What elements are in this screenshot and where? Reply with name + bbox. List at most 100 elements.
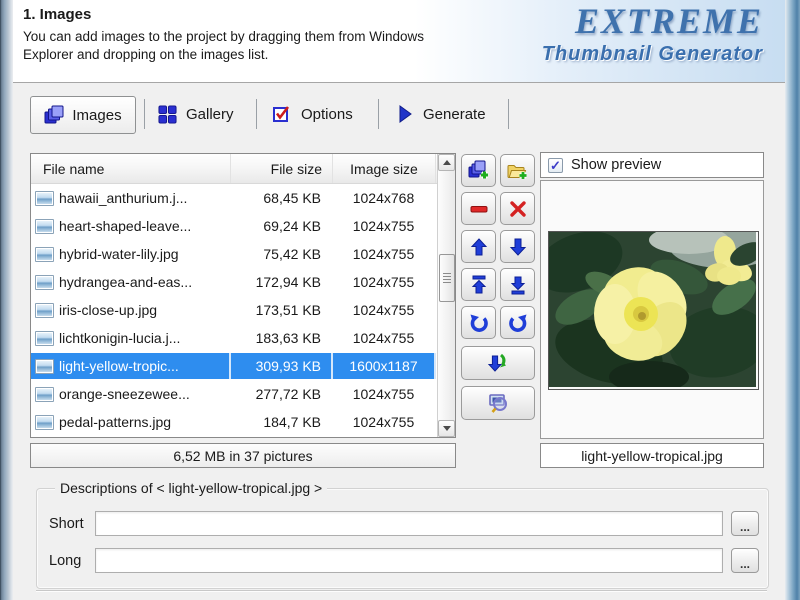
tab-gallery-label: Gallery — [186, 105, 234, 123]
app-window: 1. Images You can add images to the proj… — [0, 0, 800, 600]
short-label: Short — [49, 516, 84, 532]
remove-icon — [469, 199, 489, 219]
scroll-up-button[interactable] — [438, 154, 455, 171]
file-name: orange-sneezewee... — [59, 386, 190, 402]
add-images-icon — [468, 160, 489, 181]
delete-x-icon — [508, 199, 528, 219]
scrollbar-thumb[interactable] — [439, 254, 455, 302]
column-header-file-name[interactable]: File name — [31, 154, 231, 183]
up-arrow-icon — [469, 237, 489, 257]
file-name: iris-close-up.jpg — [59, 302, 158, 318]
column-header-image-size[interactable]: Image size — [333, 154, 436, 183]
move-down-button[interactable] — [500, 230, 535, 263]
window-border-left — [0, 0, 13, 600]
file-size: 277,72 KB — [255, 386, 321, 402]
status-bar: 6,52 MB in 37 pictures — [30, 443, 456, 468]
wizard-header: 1. Images You can add images to the proj… — [13, 0, 785, 83]
to-top-arrow-icon — [469, 275, 489, 295]
preview-panel — [535, 180, 779, 439]
file-name: lichtkonigin-lucia.j... — [59, 330, 181, 346]
tab-separator — [508, 99, 509, 129]
file-size: 183,63 KB — [255, 330, 321, 346]
table-row[interactable]: heart-shaped-leave... 69,24 KB 1024x755 — [31, 212, 455, 240]
image-size: 1024x755 — [352, 246, 415, 262]
file-name: hydrangea-and-eas... — [59, 274, 193, 290]
tab-generate[interactable]: Generate — [396, 98, 486, 130]
move-up-button[interactable] — [461, 230, 496, 263]
move-to-bottom-button[interactable] — [500, 268, 535, 301]
preview-image-button[interactable] — [461, 386, 535, 420]
to-bottom-arrow-icon — [508, 275, 528, 295]
tab-generate-label: Generate — [423, 105, 486, 123]
logo-title: EXTREME — [574, 1, 763, 41]
tab-options[interactable]: Options — [272, 98, 353, 130]
descriptions-legend: Descriptions of < light-yellow-tropical.… — [55, 480, 328, 496]
tab-separator — [256, 99, 257, 129]
image-thumbnail-icon — [35, 190, 54, 206]
preview-magnifier-icon — [486, 392, 510, 414]
logo-subtitle: Thumbnail Generator — [541, 43, 763, 65]
long-label: Long — [49, 553, 82, 569]
tab-gallery[interactable]: Gallery — [158, 98, 234, 130]
window-border-right — [785, 0, 800, 600]
table-row[interactable]: hawaii_anthurium.j... 68,45 KB 1024x768 — [31, 184, 455, 212]
rotate-left-button[interactable] — [461, 306, 496, 339]
scroll-down-button[interactable] — [438, 420, 455, 437]
table-row-selected[interactable]: light-yellow-tropic... 309,93 KB 1600x11… — [31, 352, 455, 380]
move-all-down-button[interactable] — [461, 346, 535, 380]
add-folder-button[interactable] — [500, 154, 535, 187]
image-size: 1024x755 — [352, 302, 415, 318]
generate-icon — [396, 104, 414, 124]
tab-options-label: Options — [301, 105, 353, 123]
short-browse-button[interactable]: ... — [731, 511, 759, 536]
image-thumbnail-icon — [35, 218, 54, 234]
file-name: pedal-patterns.jpg — [59, 414, 172, 430]
image-thumbnail-icon — [35, 330, 54, 346]
long-browse-button[interactable]: ... — [731, 548, 759, 573]
file-name: hawaii_anthurium.j... — [59, 190, 188, 206]
tab-images[interactable]: Images — [30, 96, 136, 134]
file-size: 173,51 KB — [255, 302, 321, 318]
file-size: 68,45 KB — [263, 190, 321, 206]
table-row[interactable]: orange-sneezewee... 277,72 KB 1024x755 — [31, 380, 455, 408]
file-size: 184,7 KB — [263, 414, 321, 430]
file-size: 309,93 KB — [231, 353, 333, 379]
checkmark-icon: ✓ — [550, 157, 561, 173]
image-size: 1024x755 — [352, 414, 415, 430]
tab-separator — [144, 99, 145, 129]
tab-images-label: Images — [72, 106, 122, 124]
table-row[interactable]: hydrangea-and-eas... 172,94 KB 1024x755 — [31, 268, 455, 296]
images-icon — [44, 105, 64, 125]
image-size: 1024x755 — [352, 330, 415, 346]
delete-all-button[interactable] — [500, 192, 535, 225]
table-row[interactable]: hybrid-water-lily.jpg 75,42 KB 1024x755 — [31, 240, 455, 268]
table-row[interactable]: pedal-patterns.jpg 184,7 KB 1024x755 — [31, 408, 455, 436]
image-size: 1024x768 — [352, 190, 415, 206]
move-all-down-icon — [486, 352, 510, 374]
down-arrow-icon — [508, 237, 528, 257]
long-description-input[interactable] — [95, 548, 723, 573]
list-scrollbar[interactable] — [437, 154, 455, 437]
rotate-right-button[interactable] — [500, 306, 535, 339]
table-row[interactable]: iris-close-up.jpg 173,51 KB 1024x755 — [31, 296, 455, 324]
scroll-up-icon — [442, 160, 451, 165]
scroll-down-icon — [442, 426, 451, 431]
selected-filename-box: light-yellow-tropical.jpg — [540, 443, 764, 468]
short-description-input[interactable] — [95, 511, 723, 536]
bottom-divider — [36, 590, 767, 592]
app-logo: EXTREME Thumbnail Generator — [542, 2, 763, 66]
rotate-left-icon — [469, 313, 489, 333]
file-name: heart-shaped-leave... — [59, 218, 192, 234]
status-text: 6,52 MB in 37 pictures — [173, 447, 313, 464]
table-row[interactable]: lichtkonigin-lucia.j... 183,63 KB 1024x7… — [31, 324, 455, 352]
show-preview-checkbox[interactable]: ✓ — [548, 157, 563, 173]
add-images-button[interactable] — [461, 154, 496, 187]
image-thumbnail-icon — [35, 386, 54, 402]
page-description-line2: Explorer and dropping on the images list… — [23, 47, 269, 62]
file-name: hybrid-water-lily.jpg — [59, 246, 179, 262]
image-thumbnail-icon — [35, 274, 54, 290]
column-header-file-size[interactable]: File size — [231, 154, 333, 183]
gallery-icon — [158, 104, 177, 124]
remove-selected-button[interactable] — [461, 192, 496, 225]
move-to-top-button[interactable] — [461, 268, 496, 301]
